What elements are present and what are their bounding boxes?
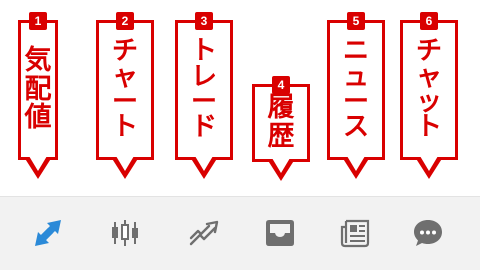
tab-kehaichi[interactable] xyxy=(26,211,70,255)
callout-1-kehaichi: 1 気 配 値 xyxy=(18,12,58,179)
candlestick-icon xyxy=(112,220,138,246)
callout-number: 5 xyxy=(347,12,365,30)
callout-number: 6 xyxy=(420,12,438,30)
callout-box: 5 ニ ュ ー ス xyxy=(327,12,385,160)
annotation-area: 1 気 配 値 2 チ ャ ー ト 3 ト レ ー ド 4 履 歴 5 ニ ュ … xyxy=(0,0,480,196)
double-arrow-icon xyxy=(35,220,61,246)
callout-label: チ ャ ッ ト xyxy=(415,36,442,143)
callout-pointer-fill xyxy=(347,156,365,171)
callout-pointer-fill xyxy=(195,156,213,171)
callout-label: チ ャ ー ト xyxy=(111,36,138,143)
callout-6-chat: 6 チ ャ ッ ト xyxy=(400,12,458,179)
callout-label: ニ ュ ー ス xyxy=(342,36,369,143)
callout-box: 1 気 配 値 xyxy=(18,12,58,160)
callout-4-history: 4 履 歴 xyxy=(252,76,310,181)
callout-box: 6 チ ャ ッ ト xyxy=(400,12,458,160)
callout-label: ト レ ー ド xyxy=(190,36,217,143)
tab-history[interactable] xyxy=(258,211,302,255)
newspaper-icon xyxy=(340,219,370,248)
inbox-tray-icon xyxy=(266,220,294,246)
callout-label: 気 配 値 xyxy=(24,45,52,134)
callout-pointer-fill xyxy=(116,156,134,171)
bottom-tab-bar xyxy=(0,196,480,270)
callout-3-trade: 3 ト レ ー ド xyxy=(175,12,233,179)
callout-pointer-fill xyxy=(29,156,47,171)
callout-pointer-fill xyxy=(420,156,438,171)
callout-5-news: 5 ニ ュ ー ス xyxy=(327,12,385,179)
callout-label: 履 歴 xyxy=(267,92,295,152)
callout-number: 3 xyxy=(195,12,213,30)
callout-2-chart: 2 チ ャ ー ト xyxy=(96,12,154,179)
callout-number: 1 xyxy=(29,12,47,30)
callout-box: 3 ト レ ー ド xyxy=(175,12,233,160)
callout-box: 4 履 歴 xyxy=(252,76,310,162)
tab-trade[interactable] xyxy=(182,211,226,255)
tab-news[interactable] xyxy=(333,211,377,255)
trend-arrow-icon xyxy=(189,220,219,246)
tab-chat[interactable] xyxy=(406,211,450,255)
tab-chart[interactable] xyxy=(103,211,147,255)
callout-box: 2 チ ャ ー ト xyxy=(96,12,154,160)
chat-bubble-icon xyxy=(414,220,442,246)
callout-pointer-fill xyxy=(272,158,290,173)
callout-number: 2 xyxy=(116,12,134,30)
callout-number: 4 xyxy=(272,76,290,94)
